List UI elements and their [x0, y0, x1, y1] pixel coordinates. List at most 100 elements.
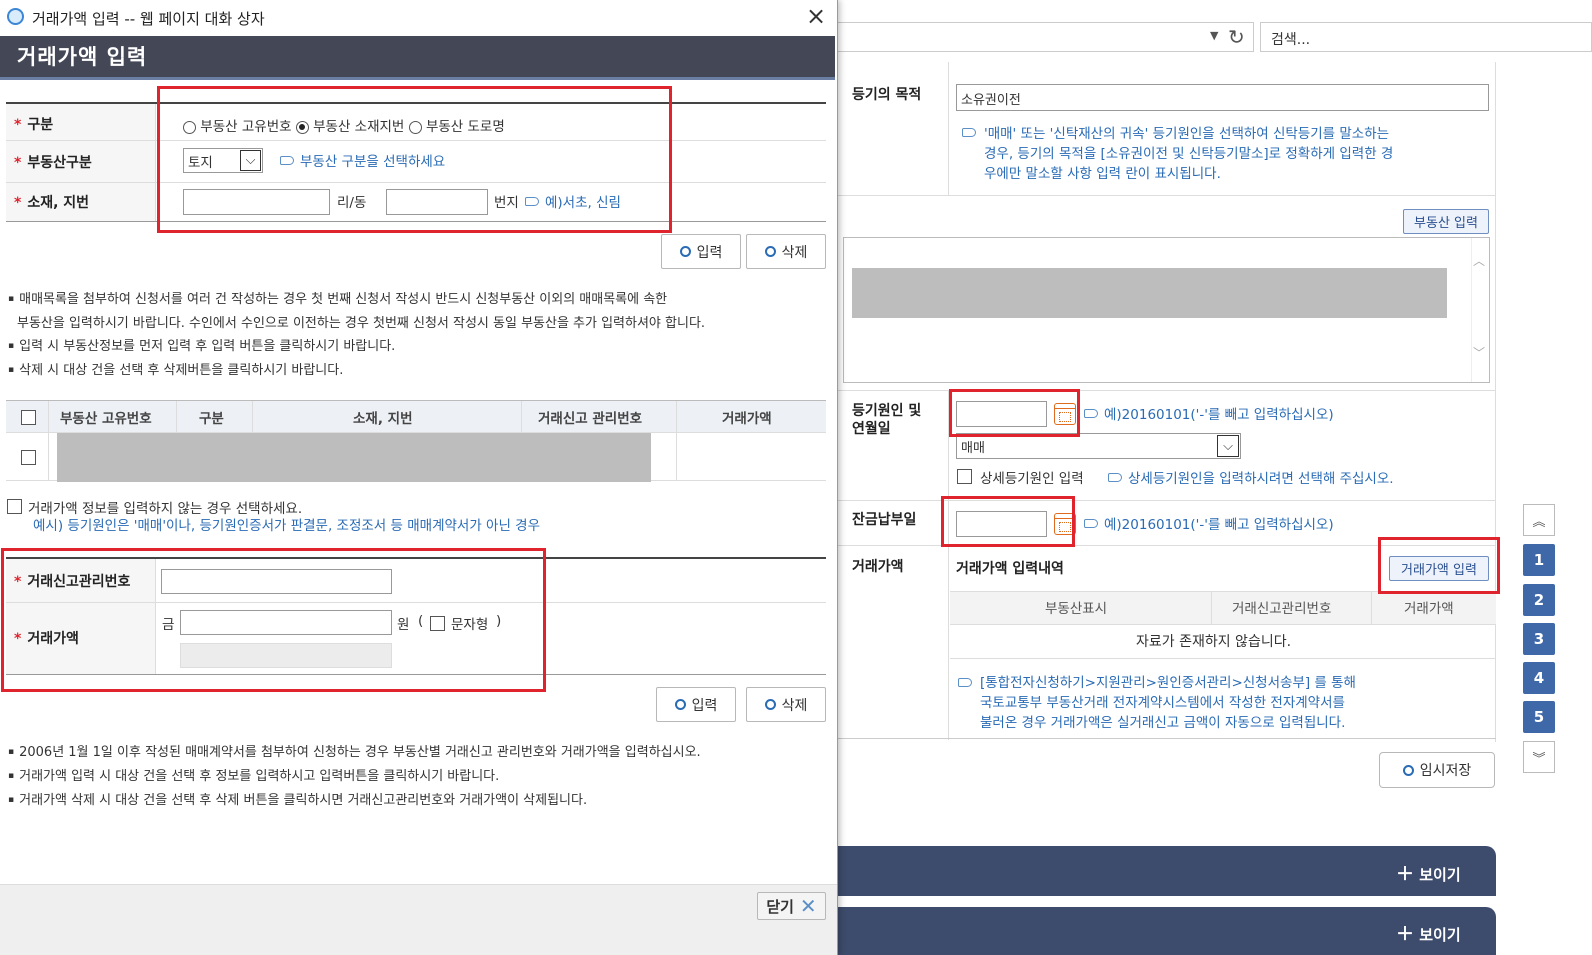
row-divider — [950, 658, 1496, 659]
calendar-icon[interactable] — [1054, 403, 1076, 425]
chevron-down-icon[interactable]: ﹀ — [1473, 344, 1485, 361]
circle-bullet-icon — [674, 699, 686, 710]
detail-cause-label: 상세등기원인 입력 — [980, 471, 1084, 487]
dialog-header: 거래가액 입력 — [0, 36, 835, 80]
cause-date-input[interactable] — [956, 401, 1047, 427]
price-note-line1: [통합전자신청하기>지원관리>원인증서관리>신청서송부] 를 통해 — [980, 675, 1356, 691]
price-col-property: 부동산표시 — [1045, 601, 1108, 617]
close-icon[interactable]: × — [806, 2, 826, 30]
select-all-checkbox[interactable] — [21, 410, 36, 425]
chevron-down-icon: ⌵ — [1217, 435, 1239, 457]
beonji-label: 번지 — [494, 195, 519, 211]
detail-cause-checkbox[interactable] — [957, 469, 972, 484]
price-text-display — [180, 643, 392, 668]
property-type-label: * 부동산구분 — [14, 152, 92, 172]
radio-road-name[interactable] — [408, 120, 422, 134]
hint-icon — [525, 197, 539, 206]
dialog-heading: 거래가액 입력 — [17, 45, 148, 69]
close-x-icon: ✕ — [799, 894, 817, 918]
hint-icon — [1084, 409, 1098, 418]
beonji-input[interactable] — [386, 189, 488, 215]
scroll-bottom-icon[interactable]: ︾ — [1523, 741, 1555, 773]
property-type-hint: 부동산 구분을 선택하세요 — [300, 154, 446, 170]
note1-line2: 부동산을 입력하시기 바랍니다. 수인에서 수인으로 이전하는 경우 첫번째 신… — [17, 316, 706, 331]
table1-col-mgmt: 거래신고 관리번호 — [538, 411, 643, 427]
side-nav-3[interactable]: 3 — [1523, 623, 1555, 655]
note1-line4: 삭제 시 대상 건을 선택 후 삭제버튼을 클릭하시기 바랍니다. — [8, 359, 343, 378]
refresh-icon[interactable]: ↻ — [1228, 25, 1245, 49]
mgmt-input[interactable] — [161, 569, 392, 594]
side-nav-2[interactable]: 2 — [1523, 584, 1555, 616]
dialog-title: 거래가액 입력 -- 웹 페이지 대화 상자 — [32, 10, 265, 28]
paren-open: ( — [418, 613, 424, 629]
note1-line1: 매매목록을 첨부하여 신청서를 여러 건 작성하는 경우 첫 번째 신청서 작성… — [8, 288, 667, 307]
side-nav-5[interactable]: 5 — [1523, 701, 1555, 733]
row-checkbox[interactable] — [21, 450, 36, 465]
ie-icon — [7, 8, 24, 25]
ri-dong-input[interactable] — [183, 189, 330, 215]
form2-input-button[interactable]: 입력 — [656, 687, 736, 722]
price-history-title: 거래가액 입력내역 — [956, 561, 1064, 577]
input-label: 입력 — [691, 697, 718, 714]
close-button[interactable]: 닫기 ✕ — [757, 892, 826, 920]
delete-label: 삭제 — [781, 244, 808, 261]
radio-group: 부동산 고유번호 부동산 소재지번 부동산 도로명 — [183, 115, 505, 135]
price-col-price: 거래가액 — [1404, 601, 1454, 617]
required-icon: * — [14, 574, 22, 590]
address-bar[interactable] — [838, 22, 1254, 52]
property-type-label-text: 부동산구분 — [27, 155, 92, 171]
property-type-select[interactable]: 토지 ⌵ — [183, 148, 263, 173]
no-price-example: 예시) 등기원인은 '매매'이나, 등기원인증서가 판결문, 조정조서 등 매매… — [33, 518, 541, 534]
form2-delete-button[interactable]: 삭제 — [746, 687, 826, 722]
form1-delete-button[interactable]: 삭제 — [746, 234, 826, 269]
col-divider — [48, 401, 49, 480]
form1-input-button[interactable]: 입력 — [661, 234, 741, 269]
radio-unique-number[interactable] — [183, 120, 196, 134]
address-label: * 소재, 지번 — [14, 192, 89, 212]
price-input[interactable] — [180, 610, 392, 635]
scroll-top-icon[interactable]: ︽ — [1523, 504, 1555, 536]
calendar-icon[interactable] — [1054, 513, 1076, 535]
price-input-button[interactable]: 거래가액 입력 — [1389, 556, 1489, 581]
date-hint: 예)20160101('-'를 빼고 입력하십시오) — [1104, 407, 1334, 423]
property-input-button[interactable]: 부동산 입력 — [1403, 209, 1489, 234]
required-icon: * — [14, 117, 22, 133]
hint-icon — [1084, 519, 1098, 528]
row-divider — [838, 545, 1496, 546]
text-type-checkbox[interactable] — [430, 616, 445, 631]
property-list-box[interactable]: ︿ ﹀ — [843, 237, 1490, 383]
side-nav-1[interactable]: 1 — [1523, 544, 1555, 576]
redacted-row — [57, 433, 651, 482]
col-divider — [176, 401, 177, 433]
dropdown-arrow-icon[interactable]: ▼ — [1210, 29, 1218, 42]
purpose-hint-line1: '매매' 또는 '신탁재산의 귀속' 등기원인을 선택하여 신탁등기를 말소하는 — [984, 126, 1390, 142]
plus-icon: ＋ — [1396, 864, 1414, 885]
chevron-up-icon[interactable]: ︿ — [1473, 252, 1485, 269]
circle-bullet-icon — [764, 699, 776, 710]
purpose-input[interactable]: 소유권이전 — [956, 84, 1489, 111]
hint-icon — [962, 128, 976, 137]
temp-save-button[interactable]: 임시저장 — [1379, 752, 1495, 788]
search-placeholder: 검색... — [1271, 32, 1311, 48]
label-column-divider — [948, 62, 949, 195]
show-button[interactable]: ＋ 보이기 — [1396, 860, 1461, 886]
required-icon: * — [14, 195, 22, 211]
purpose-hint-line3: 우에만 말소할 사항 입력 란이 표시됩니다. — [984, 166, 1221, 182]
no-price-checkbox[interactable] — [7, 499, 22, 514]
show-button[interactable]: ＋ 보이기 — [1396, 920, 1461, 946]
circle-bullet-icon — [1402, 764, 1414, 776]
show-label: 보이기 — [1419, 926, 1461, 944]
dialog-window: 거래가액 입력 -- 웹 페이지 대화 상자 × 거래가액 입력 * 구분 부동산… — [0, 0, 838, 955]
property-type-value: 토지 — [188, 155, 213, 171]
side-nav-4[interactable]: 4 — [1523, 662, 1555, 694]
balance-date-input[interactable] — [956, 511, 1047, 537]
search-box[interactable]: 검색... — [1260, 22, 1592, 52]
radio-address-number[interactable] — [295, 120, 309, 134]
circle-bullet-icon — [764, 246, 776, 257]
cause-select[interactable]: 매매 ⌵ — [956, 433, 1241, 459]
required-icon: * — [14, 631, 22, 647]
note1-line3: 입력 시 부동산정보를 먼저 입력 후 입력 버튼을 클릭하시기 바랍니다. — [8, 335, 395, 354]
price-note-line3: 불러온 경우 거래가액은 실거래신고 금액이 자동으로 입력됩니다. — [980, 715, 1346, 731]
plus-icon: ＋ — [1396, 924, 1414, 945]
row-divider — [6, 602, 826, 603]
